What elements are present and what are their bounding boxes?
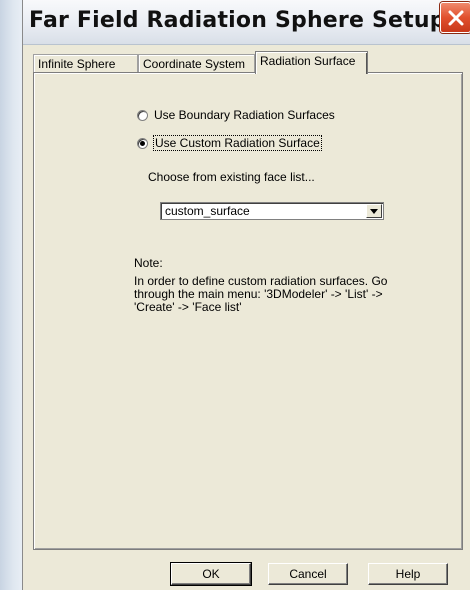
radio-button-unselected[interactable] xyxy=(137,109,148,121)
radio-label: Use Custom Radiation Surface xyxy=(153,135,322,151)
help-button[interactable]: Help xyxy=(368,563,448,585)
tab-strip: Infinite Sphere Coordinate System Radiat… xyxy=(33,51,463,74)
tab-label: Coordinate System xyxy=(143,57,246,71)
radio-button-selected[interactable] xyxy=(137,137,148,149)
use-custom-radiation-surface-radio[interactable]: Use Custom Radiation Surface xyxy=(137,135,322,151)
face-list-selected-value: custom_surface xyxy=(165,204,250,218)
dropdown-arrow-button[interactable] xyxy=(366,204,382,218)
desktop-background xyxy=(0,0,22,590)
tab-radiation-surface[interactable]: Radiation Surface xyxy=(255,51,368,74)
chevron-down-icon xyxy=(370,208,378,214)
tab-coordinate-system[interactable]: Coordinate System xyxy=(138,54,255,72)
tab-infinite-sphere[interactable]: Infinite Sphere xyxy=(33,54,138,72)
ok-button[interactable]: OK xyxy=(170,562,252,586)
choose-face-list-label: Choose from existing face list... xyxy=(148,170,315,184)
close-button[interactable] xyxy=(440,2,470,33)
use-boundary-radiation-surfaces-radio[interactable]: Use Boundary Radiation Surfaces xyxy=(137,108,335,122)
note-text: In order to define custom radiation surf… xyxy=(134,274,388,314)
dialog-title: Far Field Radiation Sphere Setup xyxy=(29,8,446,33)
tab-label: Infinite Sphere xyxy=(38,57,116,71)
title-bar: Far Field Radiation Sphere Setup xyxy=(23,0,470,45)
note-heading: Note: xyxy=(134,256,163,270)
cancel-button[interactable]: Cancel xyxy=(268,563,348,585)
tab-label: Radiation Surface xyxy=(260,54,356,68)
close-x-icon xyxy=(448,10,463,25)
face-list-dropdown[interactable]: custom_surface xyxy=(160,202,384,220)
radio-label: Use Boundary Radiation Surfaces xyxy=(154,108,335,122)
radio-dot-icon xyxy=(140,140,145,146)
dialog-window: Far Field Radiation Sphere Setup Infinit… xyxy=(22,0,470,590)
